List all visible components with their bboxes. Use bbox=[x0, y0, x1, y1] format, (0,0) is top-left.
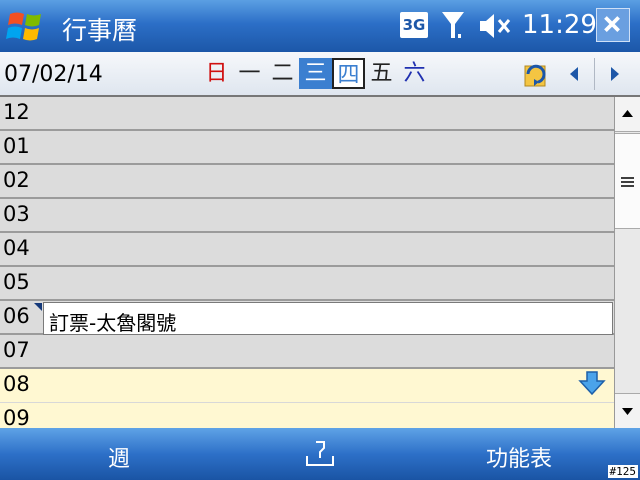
hour-label: 01 bbox=[3, 134, 30, 158]
windows-start-icon[interactable] bbox=[6, 6, 46, 46]
hour-row[interactable]: 12 bbox=[0, 97, 614, 131]
hour-row[interactable]: 02 bbox=[0, 165, 614, 199]
softkey-week-button[interactable]: 週 bbox=[108, 441, 130, 473]
clock[interactable]: 11:29 bbox=[522, 10, 597, 40]
grip-icon bbox=[621, 177, 634, 187]
hour-row[interactable]: 03 bbox=[0, 199, 614, 233]
close-button[interactable] bbox=[596, 8, 630, 42]
volume-muted-icon[interactable] bbox=[478, 10, 514, 42]
next-arrow-icon[interactable] bbox=[602, 60, 628, 88]
weekday-sat[interactable]: 六 bbox=[398, 58, 431, 89]
close-icon bbox=[604, 16, 620, 32]
app-title: 行事曆 bbox=[62, 16, 138, 45]
hour-label: 06 bbox=[3, 304, 30, 328]
weekday-tue[interactable]: 二 bbox=[266, 58, 299, 89]
keyboard-input-icon[interactable] bbox=[304, 438, 336, 470]
hour-row[interactable]: 01 bbox=[0, 131, 614, 165]
hour-row[interactable]: 09 bbox=[0, 403, 614, 428]
scroll-up-icon bbox=[622, 110, 633, 117]
go-to-today-icon[interactable] bbox=[522, 60, 548, 88]
day-view-grid[interactable]: 12 01 02 03 04 05 06 訂票-太魯閣號 07 08 09 bbox=[0, 97, 614, 428]
hour-label: 09 bbox=[3, 406, 30, 428]
scroll-thumb[interactable] bbox=[615, 133, 640, 229]
hour-label: 02 bbox=[3, 168, 30, 192]
hour-row[interactable]: 06 訂票-太魯閣號 bbox=[0, 301, 614, 335]
hour-label: 04 bbox=[3, 236, 30, 260]
toolbar-divider bbox=[594, 58, 595, 90]
title-bar: 行事曆 3G 11:29 bbox=[0, 0, 640, 52]
hour-row[interactable]: 04 bbox=[0, 233, 614, 267]
hour-label: 12 bbox=[3, 100, 30, 124]
previous-arrow-icon[interactable] bbox=[562, 60, 588, 88]
weekday-selector: 日 一 二 三 四 五 六 bbox=[200, 58, 431, 90]
hour-row[interactable]: 07 bbox=[0, 335, 614, 369]
weekday-fri[interactable]: 五 bbox=[365, 58, 398, 89]
hour-row[interactable]: 05 bbox=[0, 267, 614, 301]
weekday-sun[interactable]: 日 bbox=[200, 58, 233, 89]
scroll-up-button[interactable] bbox=[615, 97, 640, 132]
appointment-title: 訂票-太魯閣號 bbox=[49, 311, 177, 335]
hour-label: 03 bbox=[3, 202, 30, 226]
appointment-marker-icon bbox=[34, 303, 42, 311]
vertical-scrollbar[interactable] bbox=[614, 97, 640, 428]
hour-label: 08 bbox=[3, 372, 30, 396]
hour-label: 05 bbox=[3, 270, 30, 294]
corner-tag: #125 bbox=[607, 465, 638, 478]
appointment-block[interactable]: 訂票-太魯閣號 bbox=[43, 302, 613, 335]
weekday-thu[interactable]: 四 bbox=[332, 58, 365, 89]
down-arrow-icon[interactable] bbox=[578, 370, 606, 396]
network-3g-icon[interactable]: 3G bbox=[400, 12, 428, 38]
weekday-mon[interactable]: 一 bbox=[233, 58, 266, 89]
date-toolbar: 07/02/14 日 一 二 三 四 五 六 bbox=[0, 52, 640, 97]
weekday-wed[interactable]: 三 bbox=[299, 58, 332, 89]
signal-icon[interactable] bbox=[440, 10, 466, 42]
softkey-menu-button[interactable]: 功能表 bbox=[486, 441, 552, 473]
hour-row[interactable]: 08 bbox=[0, 369, 614, 403]
scroll-down-icon bbox=[622, 408, 633, 415]
softkey-bar: 週 功能表 bbox=[0, 428, 640, 480]
current-date[interactable]: 07/02/14 bbox=[4, 62, 103, 87]
scroll-down-button[interactable] bbox=[615, 393, 640, 428]
hour-label: 07 bbox=[3, 338, 30, 362]
